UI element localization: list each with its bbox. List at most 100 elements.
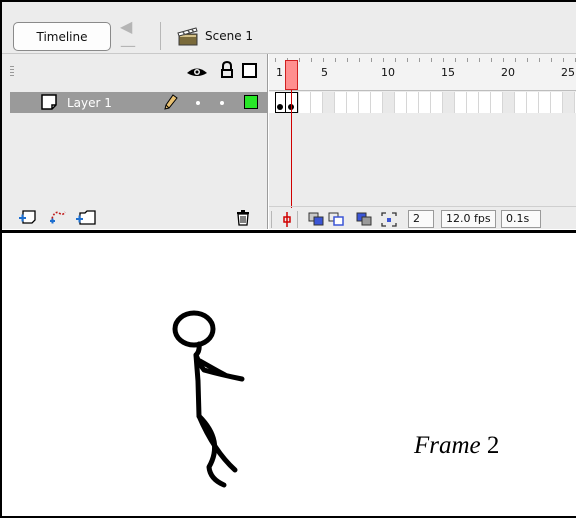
ruler-tick bbox=[275, 58, 276, 62]
ruler-tick bbox=[407, 58, 408, 62]
ruler-tick bbox=[371, 58, 372, 62]
ruler-tick bbox=[419, 58, 420, 62]
clapperboard-icon bbox=[177, 27, 198, 46]
ruler-tick bbox=[527, 58, 528, 62]
frame-cell[interactable] bbox=[383, 92, 395, 113]
keyframe[interactable] bbox=[275, 92, 285, 113]
ruler-tick bbox=[299, 58, 300, 62]
ruler-tick bbox=[455, 58, 456, 62]
lock-icon[interactable] bbox=[220, 61, 234, 79]
stage[interactable]: Frame 2 bbox=[2, 233, 576, 516]
ruler-tick bbox=[443, 58, 444, 62]
ruler-tick bbox=[395, 58, 396, 62]
insert-layer-folder-icon[interactable] bbox=[75, 208, 97, 226]
layers-header bbox=[2, 54, 268, 91]
current-frame-field: 2 bbox=[408, 210, 434, 228]
frame-cell[interactable] bbox=[371, 92, 383, 113]
frame-cell[interactable] bbox=[299, 92, 311, 113]
frame-rate-field[interactable]: 12.0 fps bbox=[441, 210, 496, 228]
left-arrow-icon[interactable]: ◀— bbox=[120, 17, 148, 55]
insert-layer-icon[interactable] bbox=[18, 208, 38, 226]
frame-cell[interactable] bbox=[479, 92, 491, 113]
frame-cell[interactable] bbox=[359, 92, 371, 113]
toolbar-separator bbox=[160, 22, 161, 50]
flash-window: Timeline ◀— Scene 1 Layer 1 1 5 10 15 20… bbox=[0, 0, 576, 518]
ruler-tick bbox=[347, 58, 348, 62]
ruler-label: 5 bbox=[321, 66, 328, 79]
ruler-tick bbox=[431, 58, 432, 62]
frame-row[interactable] bbox=[269, 92, 576, 113]
ruler-tick bbox=[479, 58, 480, 62]
center-frame-icon[interactable] bbox=[282, 212, 292, 227]
outline-icon[interactable] bbox=[242, 63, 257, 78]
outline-color-swatch[interactable] bbox=[244, 95, 258, 109]
frame-cell[interactable] bbox=[311, 92, 323, 113]
ruler-tick bbox=[491, 58, 492, 62]
timeline-button[interactable]: Timeline bbox=[13, 22, 111, 51]
ruler-label: 15 bbox=[441, 66, 455, 79]
ruler-tick bbox=[323, 58, 324, 62]
layer-page-icon bbox=[41, 94, 57, 110]
frame-cell[interactable] bbox=[491, 92, 503, 113]
layers-footer bbox=[2, 206, 268, 229]
playhead-line bbox=[291, 90, 292, 208]
stick-figure bbox=[172, 310, 245, 488]
ruler-label: 20 bbox=[501, 66, 515, 79]
ruler-tick bbox=[383, 58, 384, 62]
ruler-label: 1 bbox=[276, 66, 283, 79]
frame-cell[interactable] bbox=[467, 92, 479, 113]
scene-label[interactable]: Scene 1 bbox=[205, 29, 253, 43]
frame-cell[interactable] bbox=[431, 92, 443, 113]
modify-onion-markers-icon[interactable] bbox=[381, 212, 397, 227]
ruler-tick bbox=[359, 58, 360, 62]
ruler-tick bbox=[503, 58, 504, 62]
frame-cell[interactable] bbox=[563, 92, 575, 113]
elapsed-time-field: 0.1s bbox=[501, 210, 541, 228]
ruler-tick bbox=[551, 58, 552, 62]
footer-separator bbox=[297, 211, 298, 228]
frame-cell[interactable] bbox=[539, 92, 551, 113]
frames-footer: 2 12.0 fps 0.1s bbox=[269, 206, 576, 229]
frame-cell[interactable] bbox=[551, 92, 563, 113]
playhead[interactable] bbox=[285, 60, 298, 90]
frame-cell[interactable] bbox=[527, 92, 539, 113]
frame-ruler[interactable]: 1 5 10 15 20 25 bbox=[269, 54, 576, 91]
caption-number: 2 bbox=[480, 432, 500, 459]
eye-icon[interactable] bbox=[186, 64, 208, 80]
frame-cell[interactable] bbox=[407, 92, 419, 113]
ruler-tick bbox=[539, 58, 540, 62]
ruler-label: 25 bbox=[561, 66, 575, 79]
visibility-dot[interactable] bbox=[196, 101, 200, 105]
ruler-tick bbox=[515, 58, 516, 62]
footer-separator bbox=[271, 211, 272, 228]
edit-bar: Timeline ◀— Scene 1 bbox=[2, 2, 576, 55]
onion-skin-icon[interactable] bbox=[308, 212, 324, 227]
ruler-tick bbox=[335, 58, 336, 62]
frame-cell[interactable] bbox=[515, 92, 527, 113]
ruler-tick bbox=[311, 58, 312, 62]
trash-icon[interactable] bbox=[236, 209, 250, 226]
frame-cell[interactable] bbox=[323, 92, 335, 113]
frame-cell[interactable] bbox=[347, 92, 359, 113]
onion-skin-outlines-icon[interactable] bbox=[328, 212, 344, 227]
panel-grip[interactable] bbox=[10, 66, 14, 78]
layer-name[interactable]: Layer 1 bbox=[67, 96, 112, 110]
lock-dot[interactable] bbox=[220, 101, 224, 105]
frame-cell[interactable] bbox=[455, 92, 467, 113]
frame-cell[interactable] bbox=[443, 92, 455, 113]
frame-cell[interactable] bbox=[419, 92, 431, 113]
layers-panel: Layer 1 bbox=[2, 54, 268, 229]
ruler-label: 10 bbox=[381, 66, 395, 79]
frame-cell[interactable] bbox=[335, 92, 347, 113]
add-motion-guide-icon[interactable] bbox=[48, 208, 68, 226]
frame-caption: Frame 2 bbox=[414, 432, 499, 460]
frames-panel: 1 5 10 15 20 25 2 12.0 fps 0.1s bbox=[269, 54, 576, 229]
ruler-tick bbox=[467, 58, 468, 62]
frame-cell[interactable] bbox=[503, 92, 515, 113]
frame-cell[interactable] bbox=[395, 92, 407, 113]
pencil-icon bbox=[164, 94, 178, 110]
caption-word: Frame bbox=[414, 432, 481, 459]
ruler-tick bbox=[563, 58, 564, 62]
edit-multiple-frames-icon[interactable] bbox=[356, 212, 372, 227]
layer-row[interactable]: Layer 1 bbox=[10, 92, 268, 113]
